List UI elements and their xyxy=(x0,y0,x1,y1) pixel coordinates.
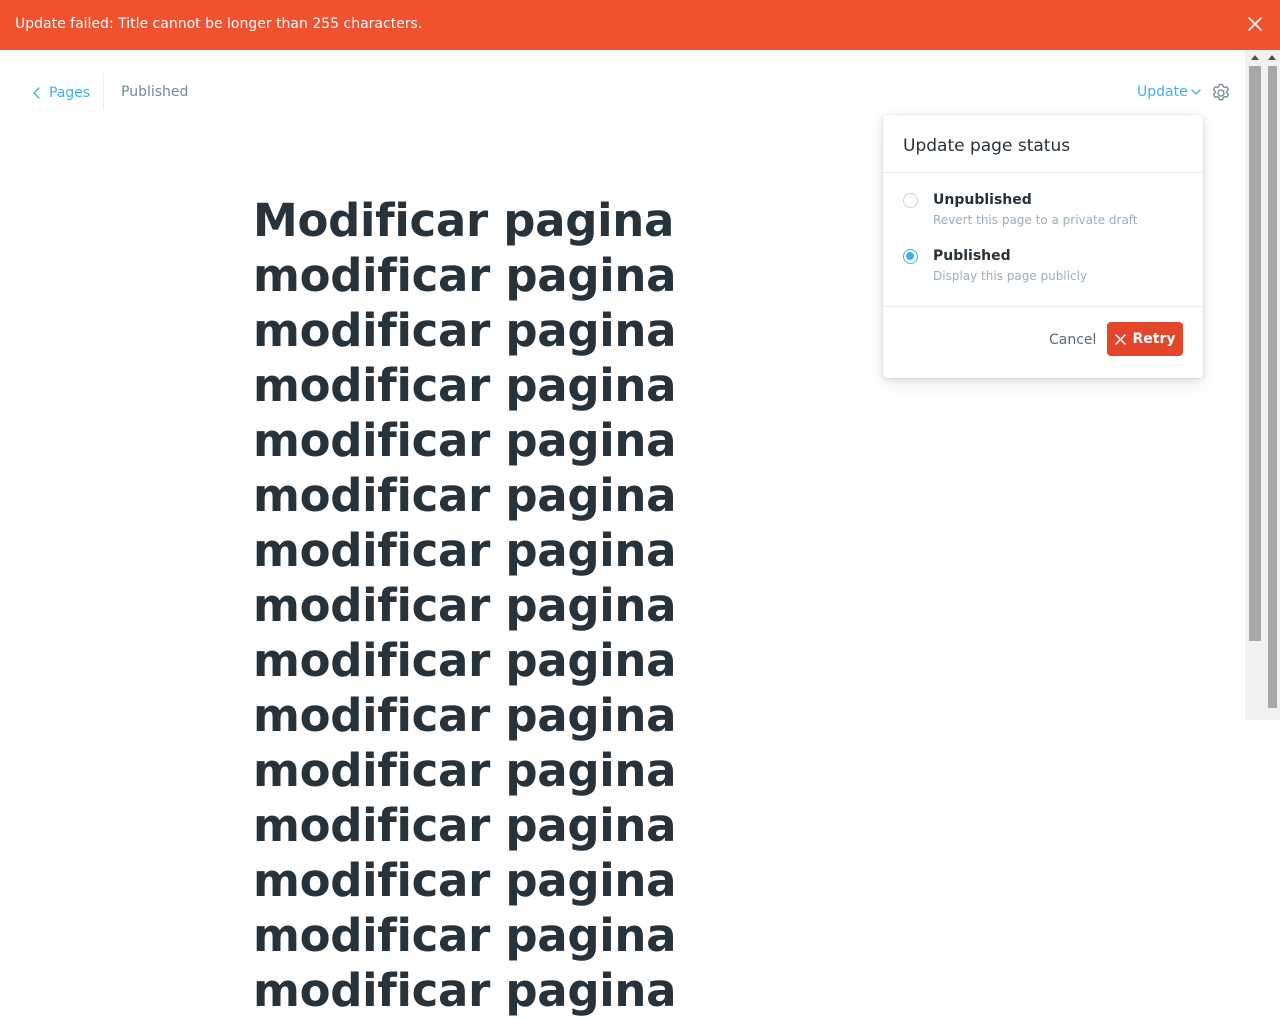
chevron-down-icon xyxy=(1191,88,1201,95)
post-status-label: Published xyxy=(121,84,189,100)
back-to-pages-link[interactable]: Pages xyxy=(33,83,90,103)
dropdown-title: Update page status xyxy=(903,136,1071,156)
option-description: Revert this page to a private draft xyxy=(933,213,1138,227)
gear-icon[interactable] xyxy=(1210,82,1232,104)
alert-message: Update failed: Title cannot be longer th… xyxy=(15,16,423,32)
option-description: Display this page publicly xyxy=(933,269,1088,283)
error-alert-banner: Update failed: Title cannot be longer th… xyxy=(0,0,1280,50)
option-published[interactable]: Published Display this page publicly xyxy=(901,247,1191,287)
retry-button-label: Retry xyxy=(1132,331,1176,347)
post-title[interactable]: Modificar pagina modificar pagina modifi… xyxy=(253,193,873,1018)
close-icon xyxy=(1114,333,1126,345)
update-status-dropdown: Update page status Unpublished Revert th… xyxy=(883,115,1203,378)
option-label: Published xyxy=(933,248,1011,264)
update-menu-button[interactable]: Update xyxy=(1137,84,1201,100)
scroll-up-arrow-icon[interactable] xyxy=(1251,55,1259,60)
close-icon[interactable] xyxy=(1244,13,1266,35)
chevron-left-icon xyxy=(33,87,40,99)
update-button-label: Update xyxy=(1137,84,1188,100)
dropdown-header: Update page status xyxy=(883,115,1203,173)
retry-button[interactable]: Retry xyxy=(1107,322,1183,356)
option-unpublished[interactable]: Unpublished Revert this page to a privat… xyxy=(901,191,1191,231)
scrollbar-thumb[interactable] xyxy=(1268,66,1277,708)
scroll-up-arrow-icon[interactable] xyxy=(1268,55,1276,60)
scrollbar-thumb[interactable] xyxy=(1249,66,1261,641)
editor-scrollbar[interactable] xyxy=(1245,50,1265,720)
back-link-label: Pages xyxy=(49,85,91,101)
header-divider xyxy=(103,73,104,110)
radio-published[interactable] xyxy=(903,249,918,264)
radio-unpublished[interactable] xyxy=(903,193,918,208)
page-scrollbar[interactable] xyxy=(1265,50,1280,720)
cancel-button[interactable]: Cancel xyxy=(1049,332,1096,348)
dropdown-divider xyxy=(883,306,1203,307)
option-label: Unpublished xyxy=(933,192,1032,208)
